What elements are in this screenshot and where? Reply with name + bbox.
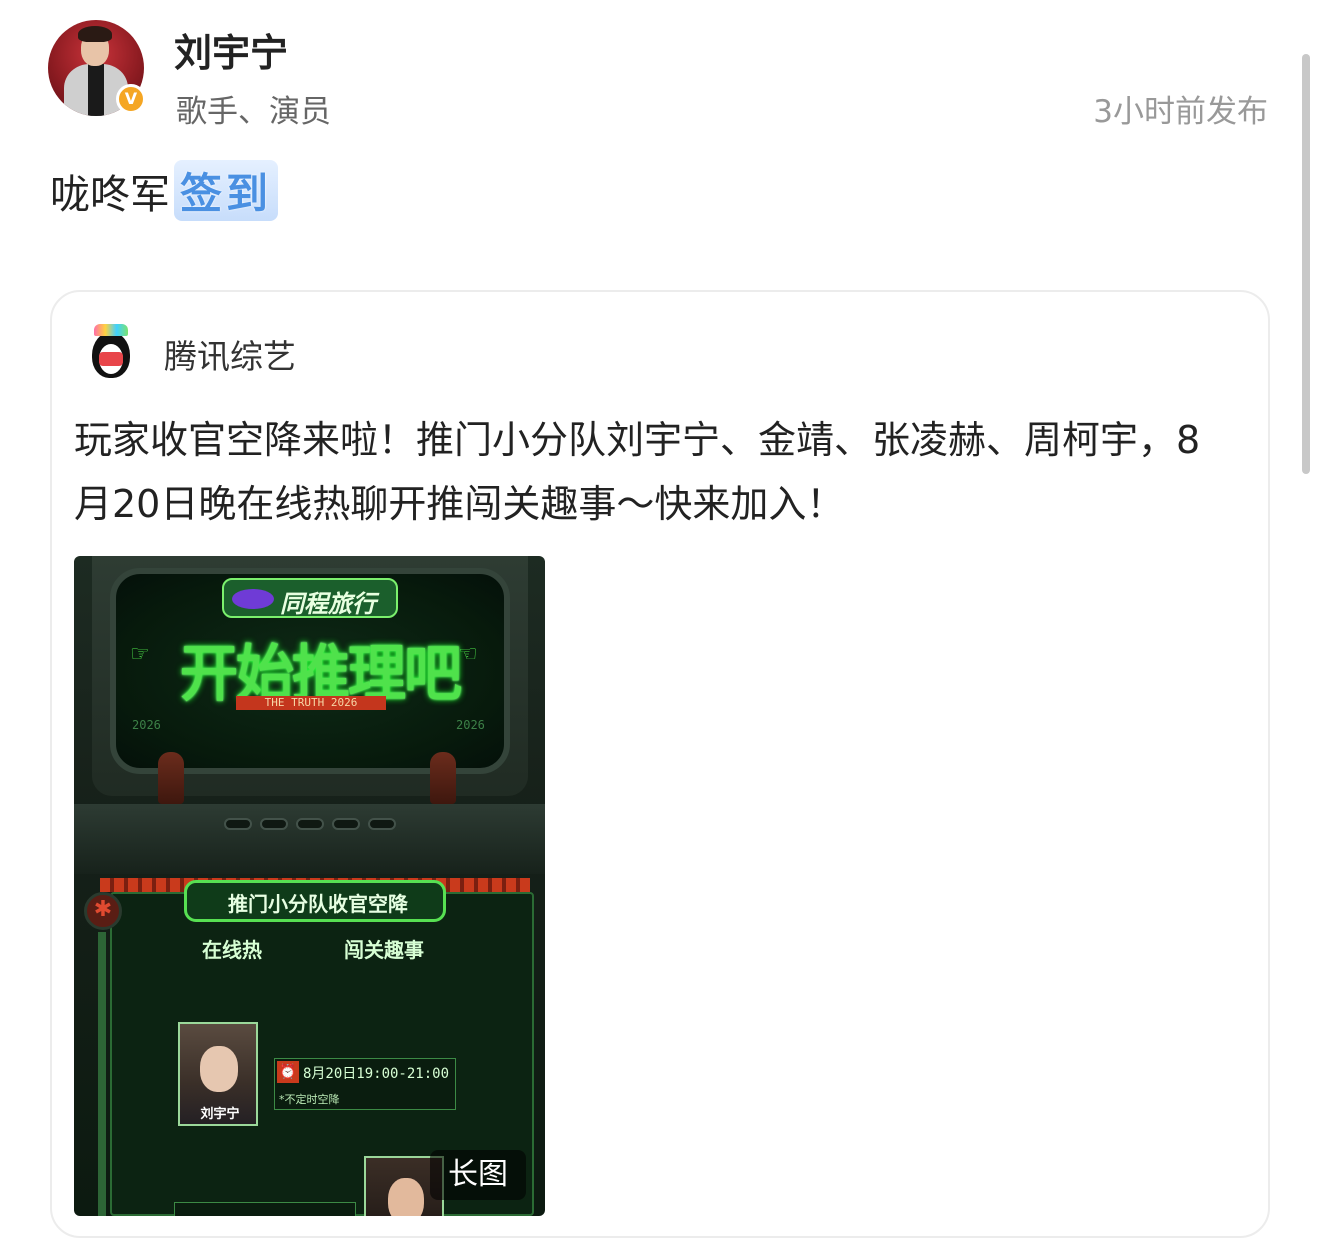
hand-point-icon: ☞ [130,642,150,667]
long-image-badge: 长图 [430,1150,526,1200]
time-value: 8月20日19:00-21:00 [303,1066,450,1082]
clock-icon: ⏰ [277,1061,299,1083]
time-box-2 [174,1202,356,1216]
joystick-right [430,752,456,804]
tencent-variety-logo[interactable] [86,322,136,380]
repost-source-name[interactable]: 腾讯综艺 [164,330,296,378]
time-note: *不定时空降 [279,1093,340,1106]
post-time: 3小时前发布 [1093,94,1268,130]
poster-tag: 推门小分队收官空降 [184,880,446,922]
checkin-badge[interactable]: 签到 [174,160,279,221]
brand-logo-icon [232,589,274,609]
poster-image[interactable]: 同程旅行 ☞ ☜ 开始推理吧 THE TRUTH 2026 2026 2026 … [74,556,545,1216]
weibo-post: V 刘宇宁 歌手、演员 3小时前发布 咙咚军 签到 腾讯综艺 玩家收官空降来啦！… [0,0,1320,1252]
repost-card[interactable]: 腾讯综艺 玩家收官空降来啦！推门小分队刘宇宁、金靖、张凌赫、周柯宇，8月20日晚… [50,290,1270,1238]
post-text: 咙咚军 签到 [50,160,279,221]
poster-brand: 同程旅行 [222,578,398,618]
poster-sub-left: 在线热 [202,938,262,962]
person-name: 刘宇宁 [200,1107,240,1122]
verified-icon: V [116,84,146,114]
time-box: ⏰ 8月20日19:00-21:00 *不定时空降 [274,1058,456,1110]
user-description: 歌手、演员 [176,94,331,130]
poster-tag-text: 推门小分队收官空降 [228,892,408,916]
poster-subtitle: THE TRUTH 2026 [236,696,386,710]
person-photo: 刘宇宁 [178,1022,258,1126]
poster-year-left: 2026 [132,718,161,732]
post-text-body: 咙咚军 [50,171,170,218]
poster-brand-text: 同程旅行 [280,590,376,618]
poster-console [74,804,545,874]
star-icon: ✱ [84,892,122,930]
scrollbar[interactable] [1302,54,1310,474]
poster-sub-right: 闯关趣事 [344,938,424,962]
joystick-left [158,752,184,804]
avatar[interactable]: V [48,20,146,116]
username[interactable]: 刘宇宁 [174,22,288,77]
repost-text: 玩家收官空降来啦！推门小分队刘宇宁、金靖、张凌赫、周柯宇，8月20日晚在线热聊开… [74,418,1201,526]
poster-year-right: 2026 [456,718,485,732]
